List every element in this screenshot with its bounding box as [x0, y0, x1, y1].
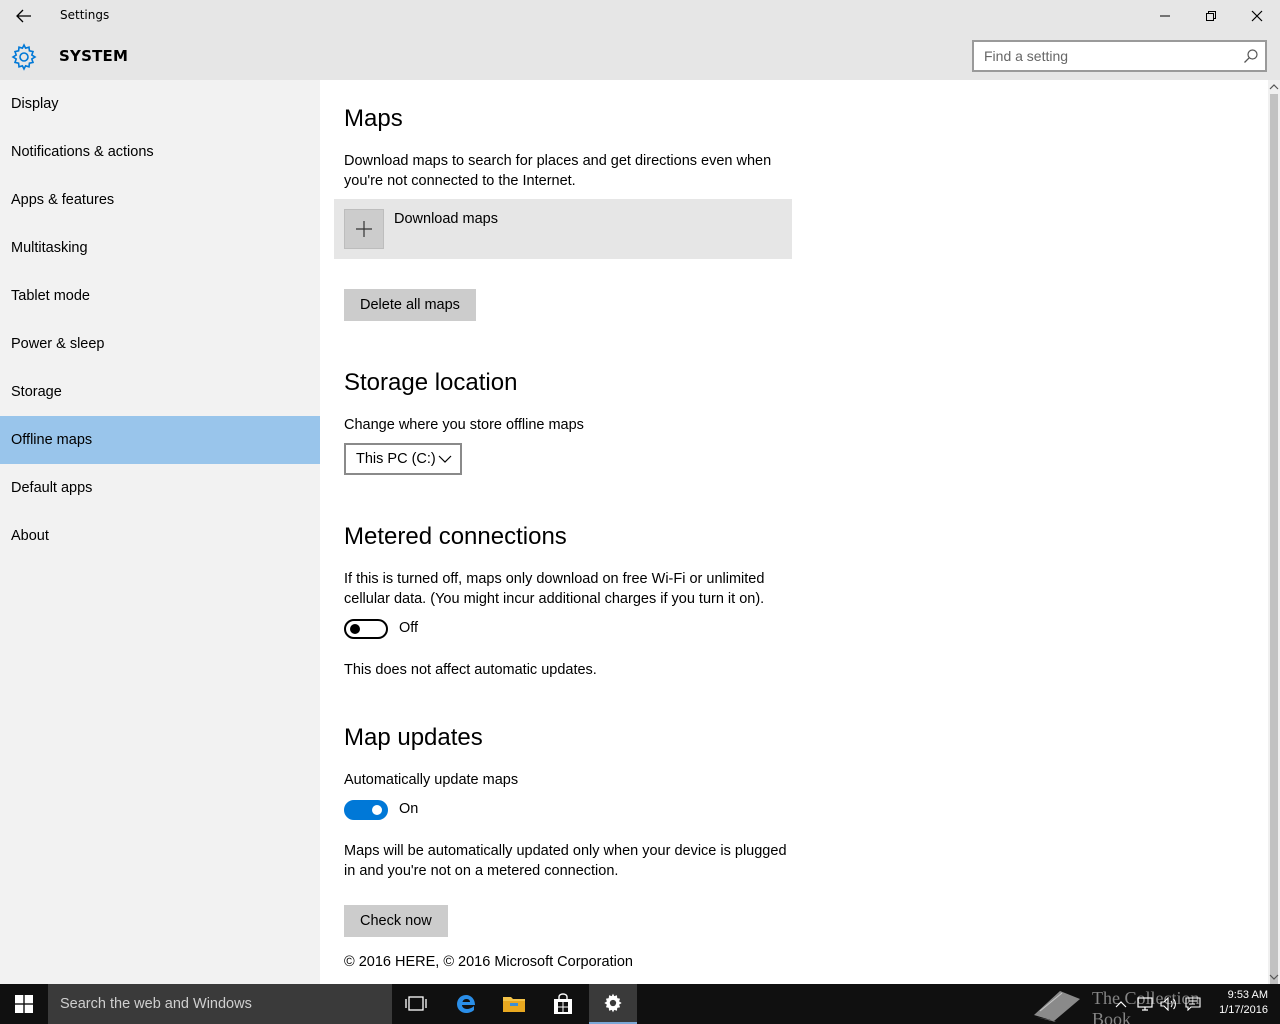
- network-button[interactable]: [1134, 984, 1156, 1024]
- auto-update-toggle[interactable]: [344, 800, 388, 820]
- clock-time: 9:53 AM: [1227, 989, 1268, 1001]
- download-maps-label: Download maps: [394, 211, 498, 227]
- title-bar: Settings: [0, 0, 1280, 32]
- maps-heading: Maps: [344, 105, 403, 132]
- volume-icon: [1160, 997, 1176, 1011]
- section-title: SYSTEM: [59, 47, 129, 65]
- maps-description: Download maps to search for places and g…: [344, 153, 772, 189]
- task-view-button[interactable]: [392, 984, 440, 1024]
- main-content: Maps Download maps to search for places …: [320, 80, 1268, 984]
- add-map-button[interactable]: [344, 209, 384, 249]
- download-maps-tile[interactable]: Download maps: [334, 199, 792, 259]
- maximize-button[interactable]: [1188, 0, 1234, 32]
- taskbar-clock[interactable]: 9:53 AM 1/17/2016: [1219, 988, 1268, 1018]
- close-button[interactable]: [1234, 0, 1280, 32]
- auto-update-description: Automatically update maps: [344, 772, 519, 788]
- metered-note: This does not affect automatic updates.: [344, 662, 597, 678]
- action-center-icon: [1185, 997, 1201, 1011]
- sidebar-item-storage[interactable]: Storage: [0, 368, 320, 416]
- plus-icon: [356, 221, 372, 237]
- metered-connections-heading: Metered connections: [344, 523, 567, 550]
- back-button[interactable]: [8, 3, 40, 29]
- sidebar: Display Notifications & actions Apps & f…: [0, 80, 320, 984]
- action-center-button[interactable]: [1182, 984, 1204, 1024]
- close-icon: [1251, 10, 1263, 22]
- storage-description: Change where you store offline maps: [344, 417, 584, 433]
- file-explorer-button[interactable]: [490, 984, 538, 1024]
- taskbar-search[interactable]: [48, 984, 392, 1024]
- search-box[interactable]: [972, 40, 1267, 72]
- delete-all-maps-button[interactable]: Delete all maps: [344, 289, 476, 321]
- sidebar-item-display[interactable]: Display: [0, 80, 320, 128]
- map-updates-heading: Map updates: [344, 724, 483, 751]
- copyright-text: © 2016 HERE, © 2016 Microsoft Corporatio…: [344, 954, 633, 970]
- file-explorer-icon: [503, 997, 525, 1012]
- sidebar-item-apps-features[interactable]: Apps & features: [0, 176, 320, 224]
- book-logo: [1034, 991, 1080, 1022]
- minimize-icon: [1160, 15, 1170, 17]
- auto-update-note: Maps will be automatically updated only …: [344, 843, 787, 879]
- settings-taskbar-button[interactable]: [589, 984, 637, 1024]
- tray-overflow-button[interactable]: [1110, 984, 1132, 1024]
- storage-location-value: This PC (C:): [356, 451, 436, 467]
- toggle-knob: [372, 805, 382, 815]
- windows-start-icon: [15, 995, 33, 1013]
- settings-header: SYSTEM: [0, 32, 1280, 80]
- settings-gear-icon: [604, 993, 622, 1013]
- sidebar-item-default-apps[interactable]: Default apps: [0, 464, 320, 512]
- network-icon: [1137, 997, 1153, 1011]
- clock-date: 1/17/2016: [1219, 1004, 1268, 1016]
- storage-location-dropdown[interactable]: This PC (C:): [344, 443, 462, 475]
- check-now-button[interactable]: Check now: [344, 905, 448, 937]
- sidebar-item-offline-maps[interactable]: Offline maps: [0, 416, 320, 464]
- taskbar-search-input[interactable]: [48, 984, 378, 1024]
- auto-update-toggle-state: On: [399, 801, 419, 817]
- sidebar-item-about[interactable]: About: [0, 512, 320, 560]
- sidebar-item-tablet-mode[interactable]: Tablet mode: [0, 272, 320, 320]
- maximize-icon: [1206, 11, 1216, 21]
- chevron-down-icon: [438, 455, 452, 463]
- store-button[interactable]: [539, 984, 587, 1024]
- scrollbar-thumb[interactable]: [1270, 94, 1278, 984]
- task-view-icon: [405, 996, 427, 1011]
- scroll-down-icon[interactable]: [1268, 972, 1280, 982]
- edge-button[interactable]: [442, 984, 490, 1024]
- window-title: Settings: [60, 8, 110, 22]
- sidebar-item-power-sleep[interactable]: Power & sleep: [0, 320, 320, 368]
- store-icon: [554, 993, 572, 1014]
- scroll-up-icon[interactable]: [1268, 82, 1280, 92]
- taskbar: The Collection Book 9:53 AM 1/17/2016: [0, 984, 1280, 1024]
- metered-toggle[interactable]: [344, 619, 388, 639]
- gear-icon: [11, 43, 37, 71]
- search-input[interactable]: [974, 42, 1234, 70]
- metered-toggle-state: Off: [399, 620, 419, 636]
- edge-icon: [457, 995, 475, 1013]
- back-arrow-icon: [16, 9, 31, 23]
- metered-description: If this is turned off, maps only downloa…: [344, 571, 765, 607]
- vertical-scrollbar[interactable]: [1268, 80, 1280, 984]
- storage-location-heading: Storage location: [344, 369, 518, 396]
- toggle-knob: [350, 624, 360, 634]
- minimize-button[interactable]: [1142, 0, 1188, 32]
- search-icon[interactable]: [1243, 48, 1259, 64]
- sidebar-item-notifications[interactable]: Notifications & actions: [0, 128, 320, 176]
- start-button[interactable]: [0, 984, 48, 1024]
- tray-chevron-icon: [1115, 1001, 1127, 1008]
- sidebar-item-multitasking[interactable]: Multitasking: [0, 224, 320, 272]
- volume-button[interactable]: [1158, 984, 1180, 1024]
